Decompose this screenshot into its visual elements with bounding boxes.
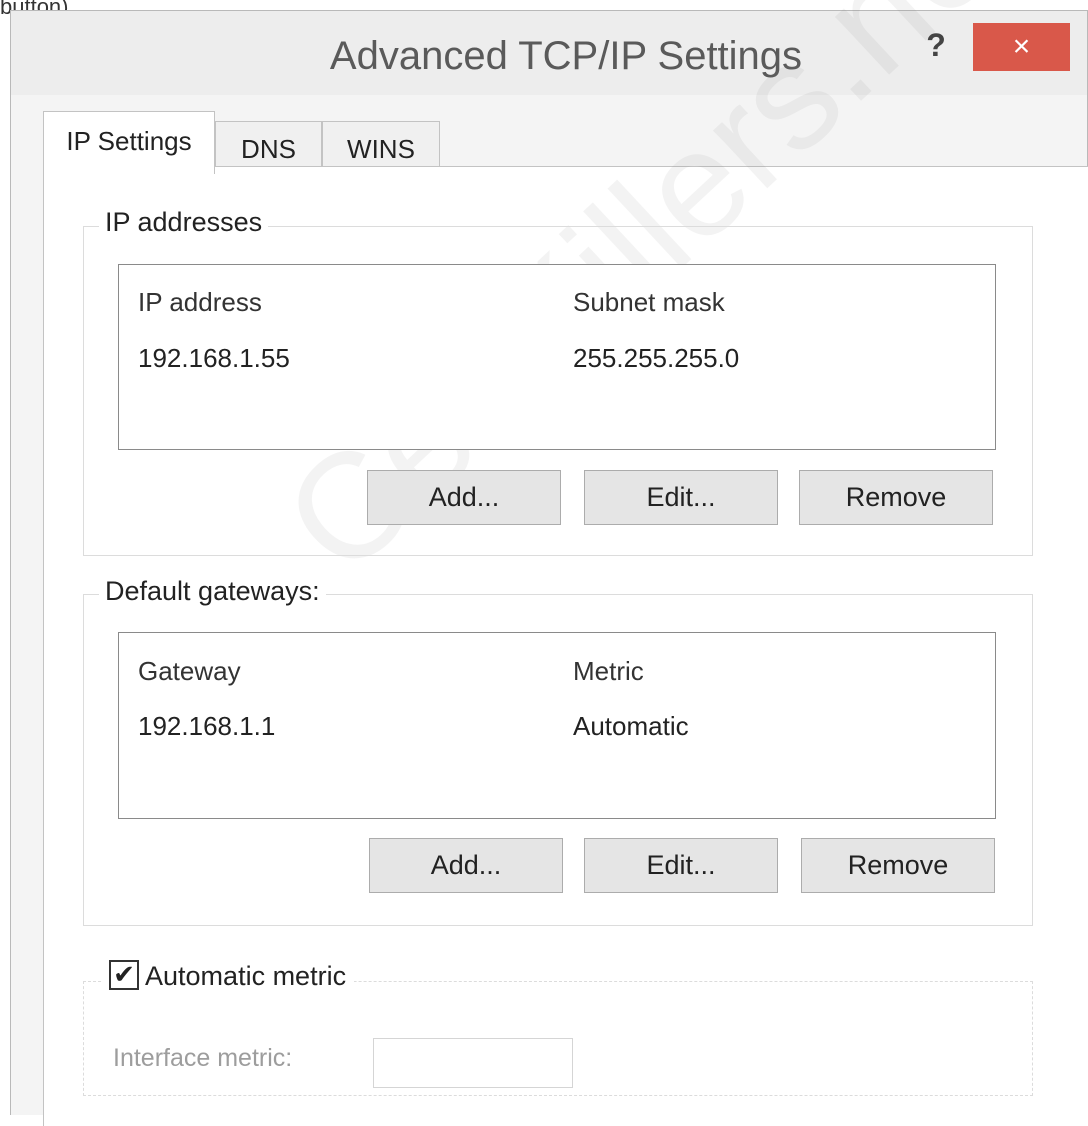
interface-metric-label: Interface metric:	[113, 1044, 293, 1072]
gateways-label: Default gateways:	[99, 576, 326, 607]
checkmark-icon: ✔	[113, 958, 135, 989]
column-header-subnet-mask[interactable]: Subnet mask	[573, 287, 725, 318]
title-bar: Advanced TCP/IP Settings ? ×	[11, 11, 1087, 95]
ip-addresses-list[interactable]: IP address Subnet mask 192.168.1.55 255.…	[118, 264, 996, 450]
gateway-add-button[interactable]: Add...	[369, 838, 563, 893]
subnet-mask-cell[interactable]: 255.255.255.0	[573, 343, 739, 374]
column-header-gateway[interactable]: Gateway	[138, 656, 241, 687]
tab-ip-settings[interactable]: IP Settings	[43, 111, 215, 174]
metric-cell[interactable]: Automatic	[573, 711, 689, 742]
automatic-metric-label: Automatic metric	[145, 961, 347, 991]
column-header-metric[interactable]: Metric	[573, 656, 644, 687]
help-button[interactable]: ?	[916, 29, 956, 69]
gateway-remove-button[interactable]: Remove	[801, 838, 995, 893]
gateways-list[interactable]: Gateway Metric 192.168.1.1 Automatic	[118, 632, 996, 819]
automatic-metric-checkbox[interactable]: ✔	[109, 958, 139, 990]
ip-edit-button[interactable]: Edit...	[584, 470, 778, 525]
ip-add-button[interactable]: Add...	[367, 470, 561, 525]
automatic-metric-row[interactable]: ✔ Automatic metric	[103, 958, 355, 993]
dialog-window: Advanced TCP/IP Settings ? × IP Settings…	[10, 0, 1088, 1126]
column-header-ip-address[interactable]: IP address	[138, 287, 262, 318]
gateway-edit-button[interactable]: Edit...	[584, 838, 778, 893]
ip-addresses-label: IP addresses	[99, 207, 269, 238]
close-button[interactable]: ×	[973, 23, 1070, 71]
ip-remove-button[interactable]: Remove	[799, 470, 993, 525]
interface-metric-input[interactable]	[373, 1038, 573, 1088]
ip-address-cell[interactable]: 192.168.1.55	[138, 343, 290, 374]
close-icon: ×	[1012, 30, 1031, 63]
gateway-cell[interactable]: 192.168.1.1	[138, 711, 275, 742]
